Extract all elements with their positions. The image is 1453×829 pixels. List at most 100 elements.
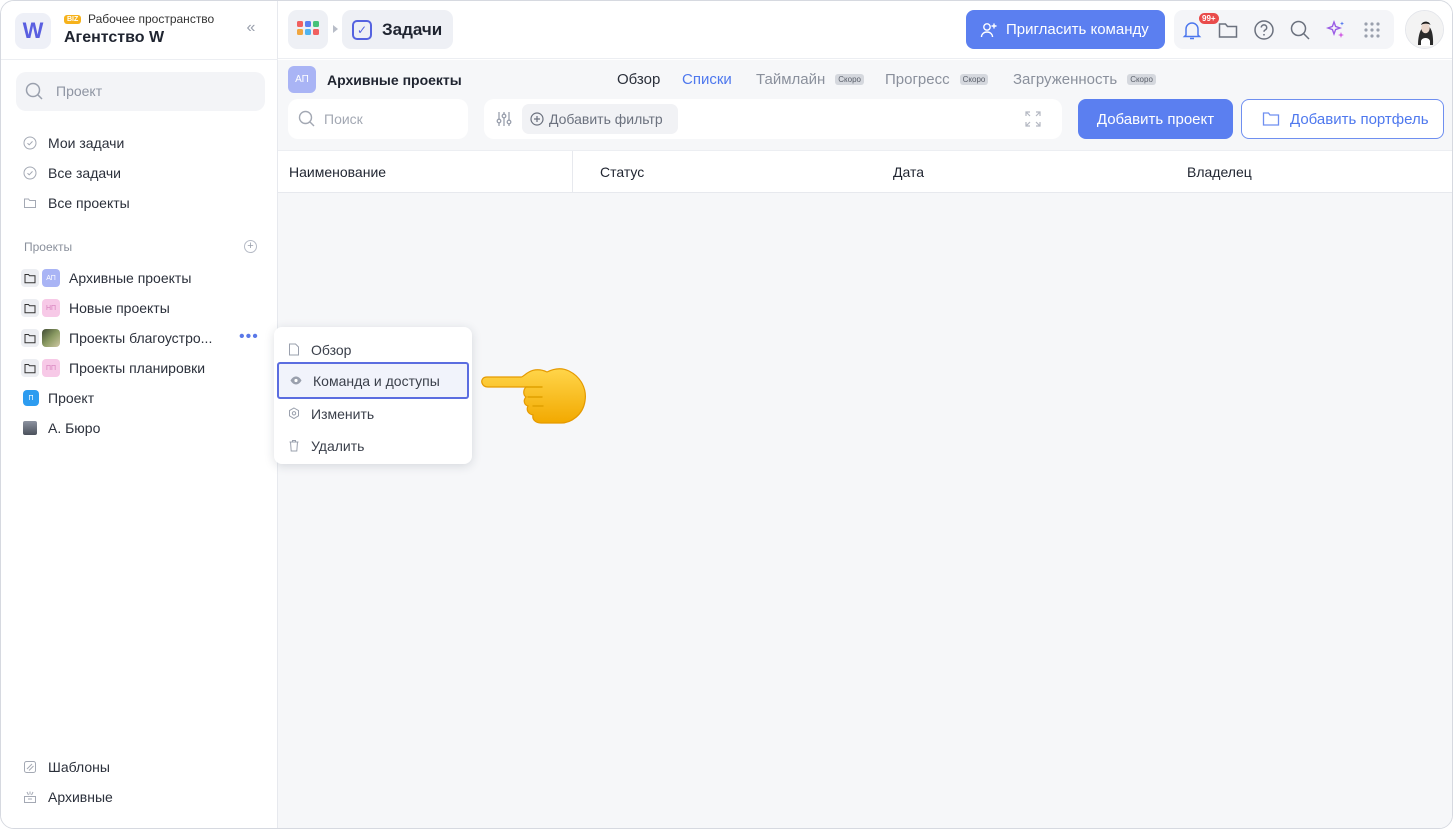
folder-icon xyxy=(21,269,39,287)
add-filter-button[interactable]: Добавить фильтр xyxy=(522,104,678,134)
column-divider[interactable] xyxy=(572,151,573,193)
add-portfolio-label: Добавить портфель xyxy=(1290,110,1429,128)
tab-label: Списки xyxy=(682,71,732,88)
toolbar-icons: 99+ xyxy=(1174,10,1394,49)
templates-icon xyxy=(24,761,36,773)
breadcrumb-label: Задачи xyxy=(382,19,443,39)
column-header-name[interactable]: Наименование xyxy=(289,164,386,180)
chevron-right-icon xyxy=(333,25,338,33)
folder-icon[interactable] xyxy=(1217,19,1239,41)
sidebar-search-placeholder: Проект xyxy=(56,83,103,99)
invite-label: Пригласить команду xyxy=(1006,21,1149,38)
table-body-empty xyxy=(278,193,1452,828)
project-abbr-badge: НП xyxy=(42,299,60,317)
add-project-icon[interactable]: + xyxy=(244,240,257,253)
project-label: Архивные проекты xyxy=(69,270,192,286)
nav-all-projects[interactable]: Все проекты xyxy=(23,192,263,214)
workspace-logo: W xyxy=(15,13,51,49)
nav-label: Шаблоны xyxy=(48,759,110,775)
checkbox-icon: ✓ xyxy=(352,19,372,40)
ai-sparkle-icon[interactable] xyxy=(1325,19,1347,41)
sliders-icon[interactable] xyxy=(495,110,513,128)
user-portrait-image xyxy=(1406,11,1443,48)
more-options-icon[interactable]: ••• xyxy=(239,329,259,345)
tab-timeline[interactable]: Таймлайн Скоро xyxy=(756,71,864,88)
menu-item-label: Изменить xyxy=(311,405,375,422)
plan-badge: BIZ xyxy=(64,15,82,24)
user-avatar[interactable] xyxy=(1405,10,1444,49)
breadcrumb-tasks[interactable]: ✓ Задачи xyxy=(342,10,453,49)
tab-overview[interactable]: Обзор xyxy=(617,71,660,88)
nav-all-tasks[interactable]: Все задачи xyxy=(23,162,263,184)
check-circle-icon xyxy=(23,166,37,180)
nav-my-tasks[interactable]: Мои задачи xyxy=(23,132,263,154)
project-label: Проекты планировки xyxy=(69,360,206,376)
folder-icon xyxy=(21,359,39,377)
workspace-switcher[interactable]: W BIZ Рабочее пространство Агентство W xyxy=(15,11,265,49)
project-label: Новые проекты xyxy=(69,300,170,316)
topbar: ✓ Задачи Пригласить команду 99+ xyxy=(278,1,1452,59)
sidebar-project-landscaping[interactable]: Проекты благоустро... ••• xyxy=(21,327,271,349)
eye-icon xyxy=(290,376,302,385)
workspace-name: Агентство W xyxy=(64,29,165,46)
column-header-status[interactable]: Статус xyxy=(600,164,644,180)
help-icon[interactable] xyxy=(1253,19,1275,41)
sidebar-project-archive[interactable]: АП Архивные проекты xyxy=(21,267,271,289)
archive-icon xyxy=(24,791,36,803)
nav-label: Все задачи xyxy=(48,165,121,181)
tab-label: Таймлайн xyxy=(756,71,826,88)
add-filter-label: Добавить фильтр xyxy=(549,111,663,127)
nav-templates[interactable]: Шаблоны xyxy=(23,756,110,778)
menu-item-delete[interactable]: Удалить xyxy=(277,427,469,464)
tab-label: Обзор xyxy=(617,71,661,88)
project-abbr-badge: АП xyxy=(42,269,60,287)
nav-label: Мои задачи xyxy=(48,135,125,151)
nav-archived[interactable]: Архивные xyxy=(23,786,113,808)
filter-bar: Добавить фильтр xyxy=(484,99,1062,139)
invite-team-button[interactable]: Пригласить команду xyxy=(966,10,1165,49)
tab-workload[interactable]: Загруженность Скоро xyxy=(1013,71,1156,88)
menu-item-label: Команда и доступы xyxy=(313,372,440,389)
tab-label: Прогресс xyxy=(885,71,950,88)
project-context-menu: Обзор Команда и доступы Изменить Удалить xyxy=(274,327,472,464)
sidebar-project-single[interactable]: П Проект xyxy=(23,387,273,409)
add-portfolio-button[interactable]: Добавить портфель xyxy=(1241,99,1444,139)
project-label: Проект xyxy=(48,390,95,406)
plus-circle-icon xyxy=(530,112,544,126)
add-project-label: Добавить проект xyxy=(1096,110,1215,128)
sidebar-project-planning[interactable]: ПП Проекты планировки xyxy=(21,357,271,379)
project-abbr-badge: АП xyxy=(288,66,316,93)
menu-item-label: Удалить xyxy=(311,437,365,454)
search-icon[interactable] xyxy=(1289,19,1311,41)
add-project-button[interactable]: Добавить проект xyxy=(1078,99,1233,139)
folder-icon xyxy=(1262,112,1280,126)
expand-icon[interactable] xyxy=(1025,111,1041,127)
nav-label: Все проекты xyxy=(48,195,130,211)
search-placeholder: Поиск xyxy=(324,111,363,127)
soon-badge: Скоро xyxy=(959,74,989,85)
tab-progress[interactable]: Прогресс Скоро xyxy=(885,71,989,88)
project-label: А. Бюро xyxy=(48,420,101,436)
menu-item-team-access[interactable]: Команда и доступы xyxy=(277,362,469,399)
project-search-input[interactable]: Поиск xyxy=(288,99,468,139)
trash-icon xyxy=(289,440,299,452)
pointing-hand-icon xyxy=(481,368,586,424)
project-title: Архивные проекты xyxy=(327,72,462,88)
soon-badge: Скоро xyxy=(835,74,864,85)
soon-badge: Скоро xyxy=(1127,74,1156,85)
sidebar-project-new[interactable]: НП Новые проекты xyxy=(21,297,271,319)
projects-section-title: Проекты xyxy=(24,240,73,254)
workspace-subtitle: Рабочее пространство xyxy=(88,12,215,26)
sidebar-project-bureau[interactable]: А. Бюро xyxy=(23,417,273,439)
column-header-owner[interactable]: Владелец xyxy=(1187,164,1252,180)
folder-icon xyxy=(21,299,39,317)
apps-menu-button[interactable] xyxy=(288,10,328,49)
table-header: Наименование Статус Дата Владелец xyxy=(278,150,1452,193)
sidebar-search-input[interactable]: Проект xyxy=(16,72,265,111)
folder-icon xyxy=(21,329,39,347)
grid-apps-icon[interactable] xyxy=(1361,19,1383,41)
column-header-date[interactable]: Дата xyxy=(893,164,924,180)
document-icon xyxy=(289,343,299,356)
collapse-sidebar-icon[interactable]: « xyxy=(242,19,260,37)
tab-lists[interactable]: Списки xyxy=(682,71,732,88)
